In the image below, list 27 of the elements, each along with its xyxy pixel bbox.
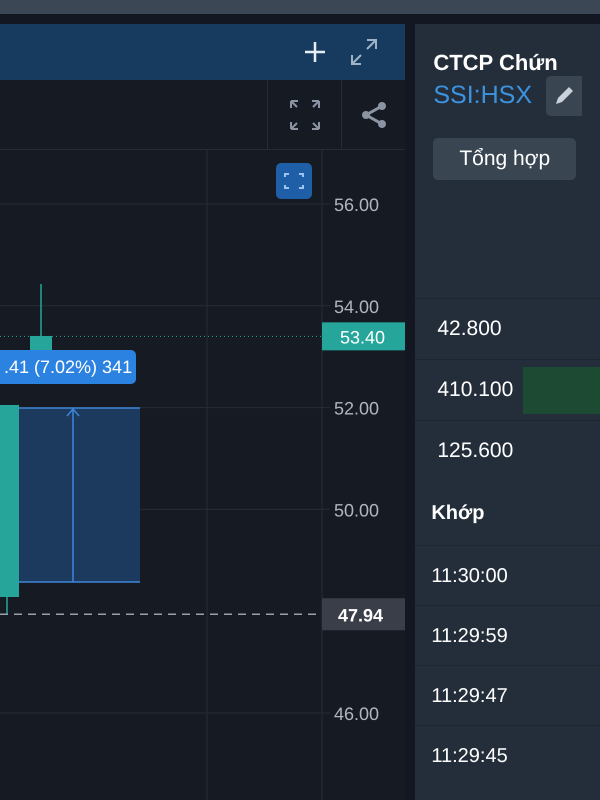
price-label: 52.00 [334,398,380,419]
match-time: 11:29:45 [431,744,508,768]
company-title: CTCP Chứn [433,50,558,75]
price-label: 54.00 [334,296,380,317]
match-header: Khớp [431,501,484,526]
volume-value: 125.600 [436,438,514,464]
pencil-icon [553,85,575,107]
expand-icon[interactable] [349,37,380,67]
volume-value: 410.100 [436,377,514,404]
price-label: 50.00 [334,500,380,520]
volume-value: 42.800 [436,316,503,342]
last-price-label: 53.40 [340,327,386,348]
add-icon[interactable] [303,40,328,64]
snapshot-button[interactable] [276,163,312,199]
symbol-link[interactable]: SSI:HSX [433,77,532,115]
frame-icon [284,172,304,190]
match-time: 11:30:00 [431,564,508,588]
match-time: 11:29:47 [431,684,508,708]
price-label: 46.00 [334,704,380,724]
tab[interactable]: Tổng hợp [433,138,576,180]
marker-price-label: 47.94 [338,605,384,626]
edit-button[interactable] [546,76,582,116]
match-time: 11:29:59 [431,624,508,648]
price-label: 56.00 [334,195,380,215]
candle [30,284,52,352]
fullscreen-icon[interactable] [288,98,321,130]
tooltip: .41 (7.02%) 341 [0,350,136,384]
